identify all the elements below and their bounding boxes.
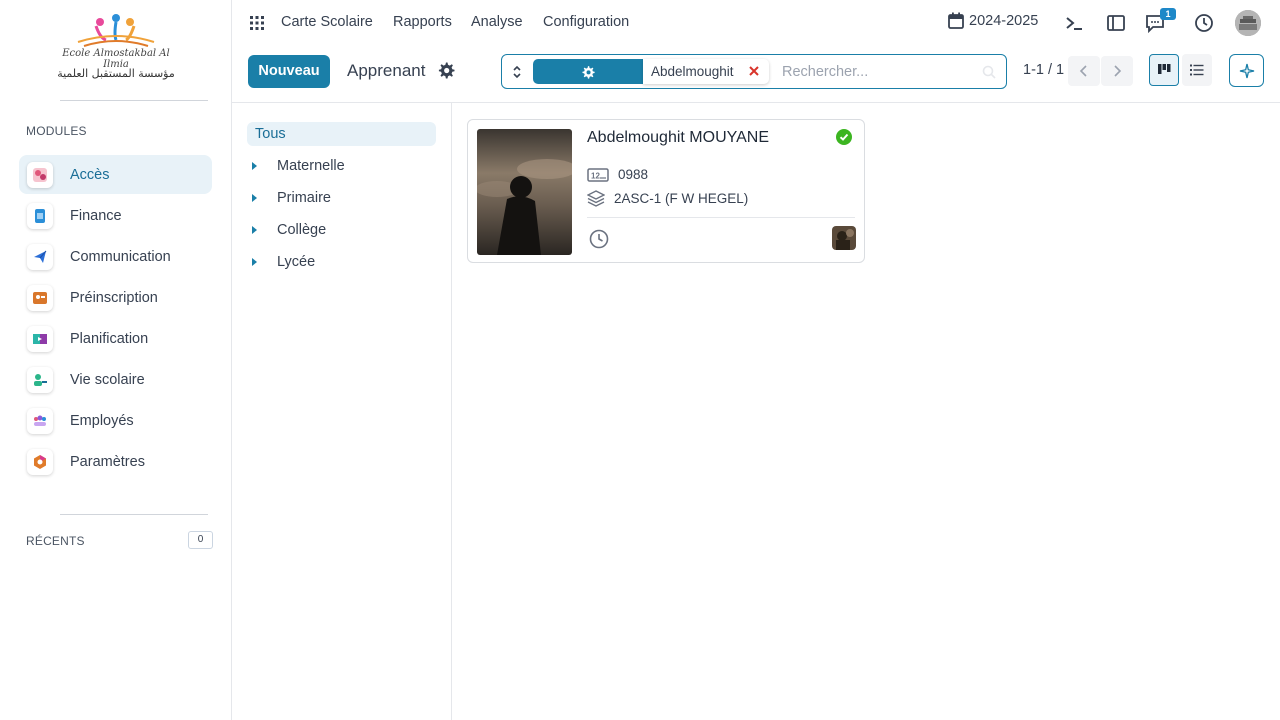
module-acces[interactable]: Accès: [19, 155, 212, 194]
caret-right-icon: [252, 226, 257, 234]
preregistration-icon: [27, 284, 53, 311]
menu-carte-scolaire[interactable]: Carte Scolaire: [281, 14, 373, 30]
divider: [60, 100, 208, 101]
academic-year-label: 2024-2025: [969, 12, 1039, 29]
student-number: 0988: [618, 167, 649, 182]
communication-icon: [27, 243, 53, 270]
academic-year-selector[interactable]: 2024-2025: [948, 12, 1038, 29]
search-facet-value: Abdelmoughit: [651, 64, 734, 79]
module-label: Paramètres: [70, 453, 145, 470]
module-parametres[interactable]: Paramètres: [19, 442, 212, 481]
new-record-button[interactable]: Nouveau: [248, 55, 330, 88]
modules-title: MODULES: [26, 124, 87, 138]
kanban-view-button[interactable]: [1149, 54, 1179, 86]
module-label: Préinscription: [70, 289, 158, 306]
tree-item-primaire[interactable]: Primaire: [252, 187, 331, 209]
tree-item-college[interactable]: Collège: [252, 219, 326, 241]
kanban-icon: [1158, 64, 1171, 74]
pager-next-button[interactable]: [1101, 56, 1133, 86]
gear-icon[interactable]: [437, 61, 455, 79]
card-divider: [587, 217, 855, 218]
tree-item-label: Collège: [277, 222, 327, 238]
status-check-icon: [836, 129, 852, 145]
search-icon[interactable]: [982, 65, 996, 79]
school-logo[interactable]: Ecole Almostakbal Al Ilmia مؤسسة المستقب…: [50, 12, 182, 88]
list-view-button[interactable]: [1182, 54, 1212, 86]
top-navbar: Carte Scolaire Rapports Analyse Configur…: [232, 0, 1280, 46]
terminal-icon[interactable]: [1063, 12, 1085, 34]
settings-icon: [27, 448, 53, 475]
search-panel: Tous Maternelle Primaire Collège Lycée: [232, 103, 452, 720]
student-card[interactable]: Abdelmoughit MOUYANE 12 0988 2ASC-1 (F W…: [467, 119, 865, 263]
module-preinscription[interactable]: Préinscription: [19, 278, 212, 317]
tree-item-maternelle[interactable]: Maternelle: [252, 155, 345, 177]
pager-value[interactable]: 1-1 / 1: [1023, 62, 1064, 78]
module-communication[interactable]: Communication: [19, 237, 212, 276]
student-number-row: 12 0988: [587, 167, 648, 182]
tree-item-all[interactable]: Tous: [247, 122, 436, 146]
module-label: Finance: [70, 207, 122, 224]
tree-item-label: Primaire: [277, 190, 331, 206]
menu-rapports[interactable]: Rapports: [393, 14, 452, 30]
employees-icon: [27, 407, 53, 434]
module-planification[interactable]: Planification: [19, 319, 212, 358]
calendar-icon: [948, 12, 964, 29]
list-icon: [1190, 64, 1204, 76]
access-icon: [27, 161, 53, 188]
module-finance[interactable]: Finance: [19, 196, 212, 235]
user-avatar[interactable]: [1235, 10, 1261, 36]
tree-item-label: Lycée: [277, 254, 316, 270]
ai-assistant-button[interactable]: [1229, 54, 1264, 87]
student-class-row: 2ASC-1 (F W HEGEL): [587, 189, 748, 207]
tree-item-label: Maternelle: [277, 158, 345, 174]
planning-icon: [27, 325, 53, 352]
pager-previous-button[interactable]: [1068, 56, 1100, 86]
recent-count-badge: 0: [188, 531, 213, 549]
panel-toggle-icon[interactable]: [1105, 12, 1127, 34]
module-label: Communication: [70, 248, 171, 265]
student-photo: [477, 129, 572, 255]
recent-title: RÉCENTS: [26, 534, 85, 548]
notification-count-badge: 1: [1160, 8, 1176, 20]
sidebar: Ecole Almostakbal Al Ilmia مؤسسة المستقب…: [0, 0, 232, 720]
logo-emblem-icon: [77, 14, 155, 47]
gear-icon: [582, 65, 595, 79]
module-label: Employés: [70, 412, 134, 429]
search-facet[interactable]: Abdelmoughit: [643, 59, 769, 84]
menu-analyse[interactable]: Analyse: [471, 14, 523, 30]
svg-text:12: 12: [591, 171, 600, 180]
activity-clock-icon[interactable]: [1193, 12, 1215, 34]
app-grid-icon[interactable]: [250, 16, 264, 30]
activity-clock-icon[interactable]: [588, 228, 610, 250]
tree-item-lycee[interactable]: Lycée: [252, 251, 315, 273]
responsible-avatar[interactable]: [832, 226, 856, 250]
student-name: Abdelmoughit MOUYANE: [587, 129, 769, 146]
layers-icon: [587, 190, 605, 207]
module-label: Accès: [70, 166, 110, 183]
menu-configuration[interactable]: Configuration: [543, 14, 629, 30]
close-icon[interactable]: [747, 64, 761, 78]
search-facet-label: [533, 59, 643, 84]
module-label: Planification: [70, 330, 149, 347]
divider: [60, 514, 208, 515]
caret-right-icon: [252, 194, 257, 202]
caret-right-icon: [252, 258, 257, 266]
finance-icon: [27, 202, 53, 229]
breadcrumb-title: Apprenant: [347, 61, 426, 80]
search-bar: Abdelmoughit: [501, 54, 1007, 89]
school-life-icon: [27, 366, 53, 393]
chevron-left-icon: [1079, 65, 1087, 77]
module-employes[interactable]: Employés: [19, 401, 212, 440]
search-input[interactable]: [782, 60, 982, 84]
chevron-right-icon: [1114, 65, 1122, 77]
id-card-icon: 12: [587, 167, 609, 182]
module-vie-scolaire[interactable]: Vie scolaire: [19, 360, 212, 399]
student-class: 2ASC-1 (F W HEGEL): [614, 190, 749, 206]
sparkle-icon: [1239, 63, 1254, 78]
logo-arabic-text: مؤسسة المستقبل العلمية: [57, 67, 175, 80]
caret-right-icon: [252, 162, 257, 170]
search-options-toggle-icon[interactable]: [510, 64, 524, 80]
module-label: Vie scolaire: [70, 371, 145, 388]
